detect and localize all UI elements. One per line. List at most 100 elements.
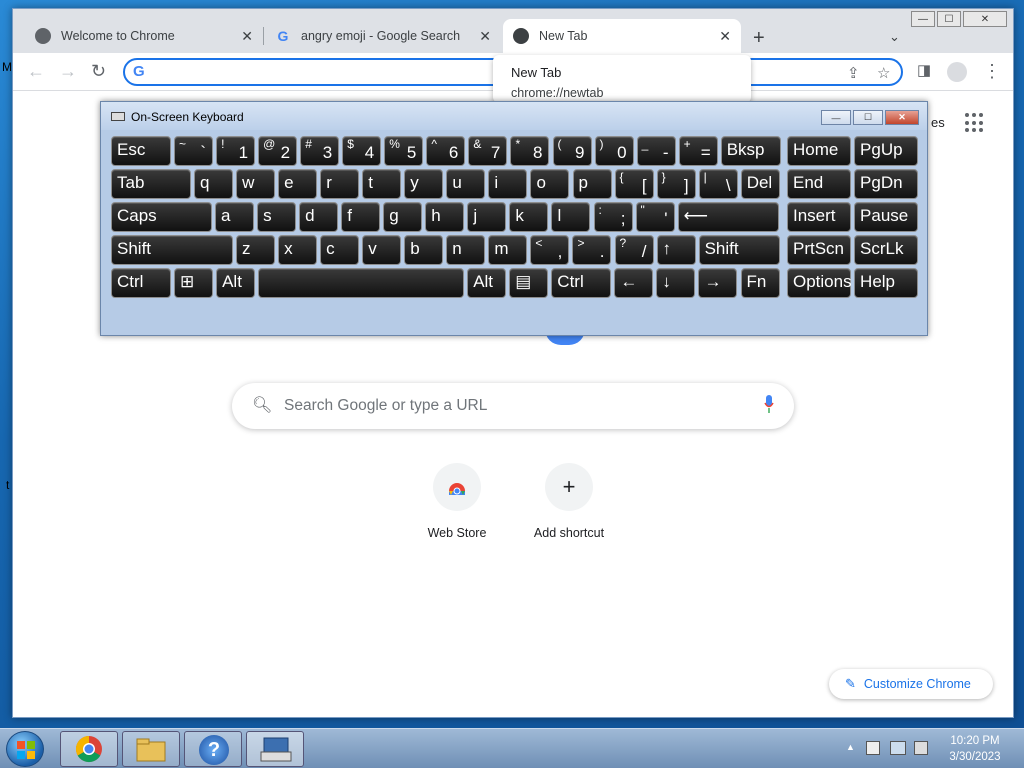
clock[interactable]: 10:20 PM 3/30/2023 (940, 733, 1010, 765)
shortcut-web-store[interactable]: Web Store (407, 463, 507, 540)
key-symbol[interactable]: :; (593, 202, 633, 232)
key-end[interactable]: End (787, 169, 851, 199)
key-alt[interactable]: Alt (216, 268, 256, 298)
key-p[interactable]: p (572, 169, 612, 199)
key-pgdn[interactable]: PgDn (854, 169, 919, 199)
key-space[interactable] (258, 268, 465, 298)
share-icon[interactable]: ⇪ (847, 64, 860, 82)
key-symbol[interactable]: ⊞ (174, 268, 214, 298)
key-2[interactable]: @2 (258, 136, 298, 166)
key-symbol[interactable]: ? / (614, 235, 654, 265)
key-symbol[interactable]: <, (530, 235, 570, 265)
key-9[interactable]: (9 (552, 136, 592, 166)
back-button[interactable]: ← (27, 61, 45, 82)
key-shift[interactable]: Shift (698, 235, 780, 265)
key-c[interactable]: c (320, 235, 360, 265)
close-icon[interactable]: ✕ (241, 28, 253, 45)
key-pause[interactable]: Pause (854, 202, 919, 232)
key-symbol[interactable]: >. (572, 235, 612, 265)
close-icon[interactable]: ✕ (479, 28, 491, 45)
start-button[interactable] (6, 731, 44, 767)
key-symbol[interactable]: ↓ (656, 268, 696, 298)
osk-title-bar[interactable]: On-Screen Keyboard — ☐ ✕ (101, 102, 927, 130)
key-8[interactable]: * 8 (510, 136, 550, 166)
key-symbol[interactable]: + = (678, 136, 718, 166)
key-b[interactable]: b (404, 235, 444, 265)
key-ctrl[interactable]: Ctrl (111, 268, 171, 298)
key-h[interactable]: h (425, 202, 465, 232)
key-symbol[interactable]: ← (614, 268, 654, 298)
key-insert[interactable]: Insert (787, 202, 851, 232)
taskbar-chrome[interactable] (60, 731, 118, 767)
key-j[interactable]: j (467, 202, 507, 232)
key-bksp[interactable]: Bksp (720, 136, 781, 166)
apps-grid-icon[interactable] (965, 113, 985, 133)
bookmark-star-icon[interactable]: ☆ (877, 64, 890, 82)
key-n[interactable]: n (446, 235, 486, 265)
key-esc[interactable]: Esc (111, 136, 171, 166)
key-y[interactable]: y (404, 169, 444, 199)
tray-show-hidden-icon[interactable]: ▲ (846, 742, 855, 752)
key-symbol[interactable]: ⟵ (677, 202, 779, 232)
key-symbol[interactable]: ↑ (656, 235, 696, 265)
key-f[interactable]: f (341, 202, 381, 232)
key-symbol[interactable]: }] (656, 169, 696, 199)
key-s[interactable]: s (257, 202, 297, 232)
new-tab-button[interactable]: + (753, 27, 765, 50)
key-help[interactable]: Help (854, 268, 919, 298)
key-5[interactable]: % 5 (384, 136, 424, 166)
osk-close-button[interactable]: ✕ (885, 110, 919, 125)
key-shift[interactable]: Shift (111, 235, 233, 265)
mic-icon[interactable] (764, 395, 774, 413)
maximize-button[interactable]: ☐ (937, 11, 961, 27)
key-r[interactable]: r (320, 169, 360, 199)
key-scrlk[interactable]: ScrLk (854, 235, 919, 265)
key-symbol[interactable]: → (698, 268, 738, 298)
key-u[interactable]: u (446, 169, 486, 199)
key-a[interactable]: a (215, 202, 255, 232)
key-symbol[interactable]: ~ ` (174, 136, 214, 166)
key-tab[interactable]: Tab (111, 169, 191, 199)
key-i[interactable]: i (488, 169, 528, 199)
key-e[interactable]: e (278, 169, 318, 199)
key-symbol[interactable]: ▤ (509, 268, 549, 298)
osk-maximize-button[interactable]: ☐ (853, 110, 883, 125)
key-m[interactable]: m (488, 235, 528, 265)
key-g[interactable]: g (383, 202, 423, 232)
osk-minimize-button[interactable]: — (821, 110, 851, 125)
key-t[interactable]: t (362, 169, 402, 199)
key-pgup[interactable]: PgUp (854, 136, 919, 166)
reload-button[interactable]: ↻ (91, 61, 106, 82)
key-0[interactable]: ) 0 (594, 136, 634, 166)
key-l[interactable]: l (551, 202, 591, 232)
key-4[interactable]: $4 (342, 136, 382, 166)
key-3[interactable]: #3 (300, 136, 340, 166)
close-icon[interactable]: ✕ (719, 28, 731, 45)
taskbar-explorer[interactable] (122, 731, 180, 767)
key-k[interactable]: k (509, 202, 549, 232)
tab-welcome[interactable]: Welcome to Chrome ✕ (25, 19, 263, 53)
profile-avatar[interactable] (947, 62, 967, 82)
key-alt[interactable]: Alt (467, 268, 507, 298)
key-home[interactable]: Home (787, 136, 851, 166)
volume-muted-icon[interactable] (914, 741, 928, 755)
key-w[interactable]: w (236, 169, 276, 199)
key-q[interactable]: q (194, 169, 234, 199)
key-d[interactable]: d (299, 202, 339, 232)
side-panel-icon[interactable]: ◨ (917, 61, 931, 79)
tab-search-menu-icon[interactable]: ⌄ (889, 29, 900, 45)
key-1[interactable]: ! 1 (216, 136, 256, 166)
key-ctrl[interactable]: Ctrl (551, 268, 612, 298)
customize-chrome-button[interactable]: ✎ Customize Chrome (829, 669, 993, 699)
key-x[interactable]: x (278, 235, 318, 265)
key-v[interactable]: v (362, 235, 402, 265)
close-window-button[interactable]: ✕ (963, 11, 1007, 27)
tab-new-tab[interactable]: New Tab ✕ (503, 19, 741, 53)
key-o[interactable]: o (530, 169, 570, 199)
key-7[interactable]: & 7 (468, 136, 508, 166)
key-symbol[interactable]: {[ (614, 169, 654, 199)
key-fn[interactable]: Fn (740, 268, 780, 298)
forward-button[interactable]: → (59, 61, 77, 82)
taskbar-help[interactable]: ? (184, 731, 242, 767)
network-icon[interactable] (890, 741, 906, 755)
